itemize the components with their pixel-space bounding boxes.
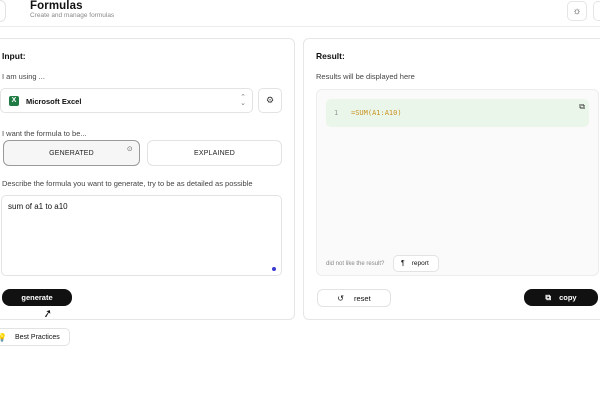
reset-button[interactable]: ↺ reset — [317, 289, 391, 307]
want-label: I want the formula to be... — [2, 129, 87, 138]
best-practices-button[interactable]: 💡 Best Practices — [0, 328, 70, 346]
check-circle-icon: ⊙ — [126, 146, 133, 153]
top-bar: Formulas Create and manage formulas ☼ — [0, 0, 600, 27]
mode-explained-button[interactable]: EXPLAINED — [147, 140, 282, 166]
excel-icon: X — [9, 96, 20, 106]
generate-button[interactable]: generate — [2, 289, 72, 306]
mode-generated-button[interactable]: GENERATED ⊙ — [3, 140, 140, 166]
app-select[interactable]: X Microsoft Excel ⌃ ⌄ — [0, 88, 253, 113]
describe-label: Describe the formula you want to generat… — [2, 179, 253, 188]
back-button[interactable] — [0, 0, 6, 22]
menu-button[interactable] — [593, 1, 600, 21]
undo-icon: ↺ — [337, 293, 344, 303]
formula-output: =SUM(A1:A10) — [351, 109, 402, 117]
copy-button[interactable]: ⧉ copy — [524, 289, 598, 306]
theme-toggle-button[interactable]: ☼ — [567, 1, 587, 21]
app-select-value: Microsoft Excel — [26, 97, 82, 106]
mode-explained-label: EXPLAINED — [193, 149, 236, 157]
flag-icon: ¶ — [401, 260, 405, 267]
result-placeholder-label: Results will be displayed here — [316, 72, 415, 81]
mode-generated-label: GENERATED — [49, 149, 94, 157]
reset-label: reset — [354, 293, 371, 303]
lightbulb-icon: 💡 — [0, 332, 7, 342]
result-heading: Result: — [316, 51, 345, 61]
settings-button[interactable]: ⚙ — [258, 88, 282, 113]
copy-icon: ⧉ — [545, 292, 552, 302]
page-subtitle: Create and manage formulas — [30, 12, 115, 19]
generate-label: generate — [21, 293, 53, 302]
line-number: 1 — [334, 109, 339, 117]
formula-code-box: 1 =SUM(A1:A10) ⧉ — [326, 99, 589, 127]
using-label: I am using ... — [2, 72, 45, 81]
formula-description-textarea[interactable]: sum of a1 to a10 — [1, 195, 282, 276]
report-label: report — [411, 260, 429, 267]
page-title: Formulas — [30, 0, 83, 12]
status-dot — [272, 267, 276, 271]
sun-icon: ☼ — [572, 5, 582, 17]
textarea-value: sum of a1 to a10 — [8, 202, 68, 211]
report-button[interactable]: ¶ report — [393, 255, 439, 272]
copy-label: copy — [559, 293, 577, 302]
copy-code-icon[interactable]: ⧉ — [579, 102, 585, 112]
dislike-text: did not like the result? — [326, 261, 385, 267]
input-heading: Input: — [2, 51, 26, 61]
best-practices-label: Best Practices — [14, 333, 60, 341]
gear-icon: ⚙ — [265, 95, 275, 105]
chevron-up-down-icon: ⌃ ⌄ — [240, 94, 246, 107]
